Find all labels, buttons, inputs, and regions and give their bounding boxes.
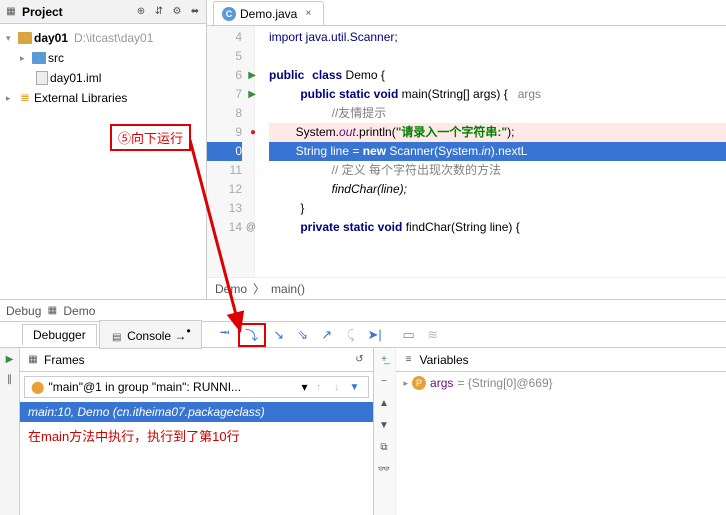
variable-row[interactable]: ▸ P args = {String[0]@669}: [396, 372, 726, 394]
force-step-into-icon[interactable]: ⇘: [294, 326, 312, 344]
tree-root[interactable]: ▾ day01 D:\itcast\day01: [0, 28, 206, 48]
tree-ext-lib[interactable]: ▸ 𝌆 External Libraries: [0, 88, 206, 108]
breadcrumb[interactable]: Demo 〉 main(): [207, 277, 726, 299]
variables-panel: +̲ − ▲ ▼ ⧉ 👓 ≡ Variables ▸ P args = {Str…: [374, 348, 726, 515]
editor-tabbar: C Demo.java ×: [207, 0, 726, 26]
gear-icon[interactable]: ⚙: [170, 5, 184, 19]
add-watch-icon[interactable]: +̲: [377, 352, 391, 366]
chevron-down-icon[interactable]: ▾: [301, 380, 307, 394]
project-header: ▦ Project ⊕ ⇵ ⚙ ⬌: [0, 0, 206, 24]
project-icon: ▦: [4, 5, 18, 19]
annotation-note: 在main方法中执行，执行到了第10行: [28, 428, 365, 446]
chevron-right-icon[interactable]: ▸: [20, 53, 30, 64]
filter-icon[interactable]: ▼: [348, 380, 362, 394]
class-icon: C: [222, 7, 236, 21]
trace-icon[interactable]: ≋: [424, 326, 442, 344]
settings-icon[interactable]: ⇵: [152, 5, 166, 19]
pause-icon[interactable]: ∥: [3, 372, 17, 386]
project-tree: ▾ day01 D:\itcast\day01 ▸ src day01.iml …: [0, 24, 206, 112]
override-icon[interactable]: @: [246, 218, 256, 237]
tab-console[interactable]: ▤ Console →•: [99, 320, 202, 349]
step-out-icon[interactable]: ↗: [318, 326, 336, 344]
project-title: Project: [22, 5, 63, 19]
debug-panel: Debug ▦ Demo Debugger ▤ Console →• ⭲ ⤵ ↘…: [0, 300, 726, 515]
tree-iml[interactable]: day01.iml: [0, 68, 206, 88]
remove-watch-icon[interactable]: −: [377, 374, 391, 388]
editor-tab[interactable]: C Demo.java ×: [213, 1, 324, 25]
folder-icon: [18, 32, 32, 44]
debug-sidebar: ▶ ∥: [0, 348, 20, 515]
source-folder-icon: [32, 52, 46, 64]
console-icon: ▤: [110, 331, 124, 345]
breakpoint-icon[interactable]: ●: [250, 123, 256, 142]
show-exec-point-icon[interactable]: ⭲: [216, 326, 234, 344]
next-frame-icon[interactable]: ↓: [330, 380, 344, 394]
code-text[interactable]: import java.util.Scanner; public class D…: [255, 26, 726, 277]
step-over-highlight: ⤵: [238, 323, 266, 347]
editor-panel: C Demo.java × 45 6▶ 7▶ 8 9● 0 111213 14@…: [207, 0, 726, 299]
up-icon[interactable]: ▲: [377, 396, 391, 410]
resume-icon[interactable]: ▶: [3, 352, 17, 366]
tab-debugger[interactable]: Debugger: [22, 324, 97, 346]
drop-frame-icon[interactable]: ⤹: [342, 326, 360, 344]
close-tab-icon[interactable]: ×: [301, 7, 315, 21]
vars-icon: ≡: [402, 353, 416, 367]
collapse-icon[interactable]: ⊕: [134, 5, 148, 19]
chevron-right-icon: 〉: [253, 280, 265, 297]
thread-combo[interactable]: ⬤ "main"@1 in group "main": RUNNI... ▾ ↑…: [24, 376, 369, 398]
param-icon: P: [412, 376, 426, 390]
step-over-icon[interactable]: ⤵: [243, 326, 261, 344]
gutter: 45 6▶ 7▶ 8 9● 0 111213 14@: [207, 26, 255, 277]
watches-icon[interactable]: 👓: [377, 462, 391, 476]
thread-icon: ⬤: [31, 380, 44, 394]
debug-header: Debug ▦ Demo: [0, 300, 726, 322]
file-icon: [36, 71, 48, 85]
down-icon[interactable]: ▼: [377, 418, 391, 432]
tab-label: Demo.java: [240, 7, 297, 21]
chevron-down-icon[interactable]: ▾: [6, 33, 16, 44]
debug-toolbar: Debugger ▤ Console →• ⭲ ⤵ ↘ ⇘ ↗ ⤹ ➤| ▭ ≋: [0, 322, 726, 348]
restore-icon[interactable]: ↺: [353, 353, 367, 367]
prev-frame-icon[interactable]: ↑: [312, 380, 326, 394]
library-icon: 𝌆: [18, 91, 32, 105]
frames-icon: ▦: [26, 353, 40, 367]
run-to-cursor-icon[interactable]: ➤|: [366, 326, 384, 344]
tree-src[interactable]: ▸ src: [0, 48, 206, 68]
stack-frame-row[interactable]: main:10, Demo (cn.itheima07.packageclass…: [20, 402, 373, 422]
frames-panel: ▦ Frames ↺ ⬤ "main"@1 in group "main": R…: [20, 348, 374, 515]
run-gutter-icon[interactable]: ▶: [248, 85, 256, 104]
step-into-icon[interactable]: ↘: [270, 326, 288, 344]
hide-icon[interactable]: ⬌: [188, 5, 202, 19]
app-icon: ▦: [45, 304, 59, 318]
callout-annotation: ⑤向下运行: [110, 124, 191, 151]
chevron-right-icon[interactable]: ▸: [6, 93, 16, 104]
run-gutter-icon[interactable]: ▶: [248, 66, 256, 85]
code-area[interactable]: 45 6▶ 7▶ 8 9● 0 111213 14@ import java.u…: [207, 26, 726, 277]
evaluate-icon[interactable]: ▭: [400, 326, 418, 344]
copy-icon[interactable]: ⧉: [377, 440, 391, 454]
chevron-right-icon[interactable]: ▸: [404, 378, 409, 389]
